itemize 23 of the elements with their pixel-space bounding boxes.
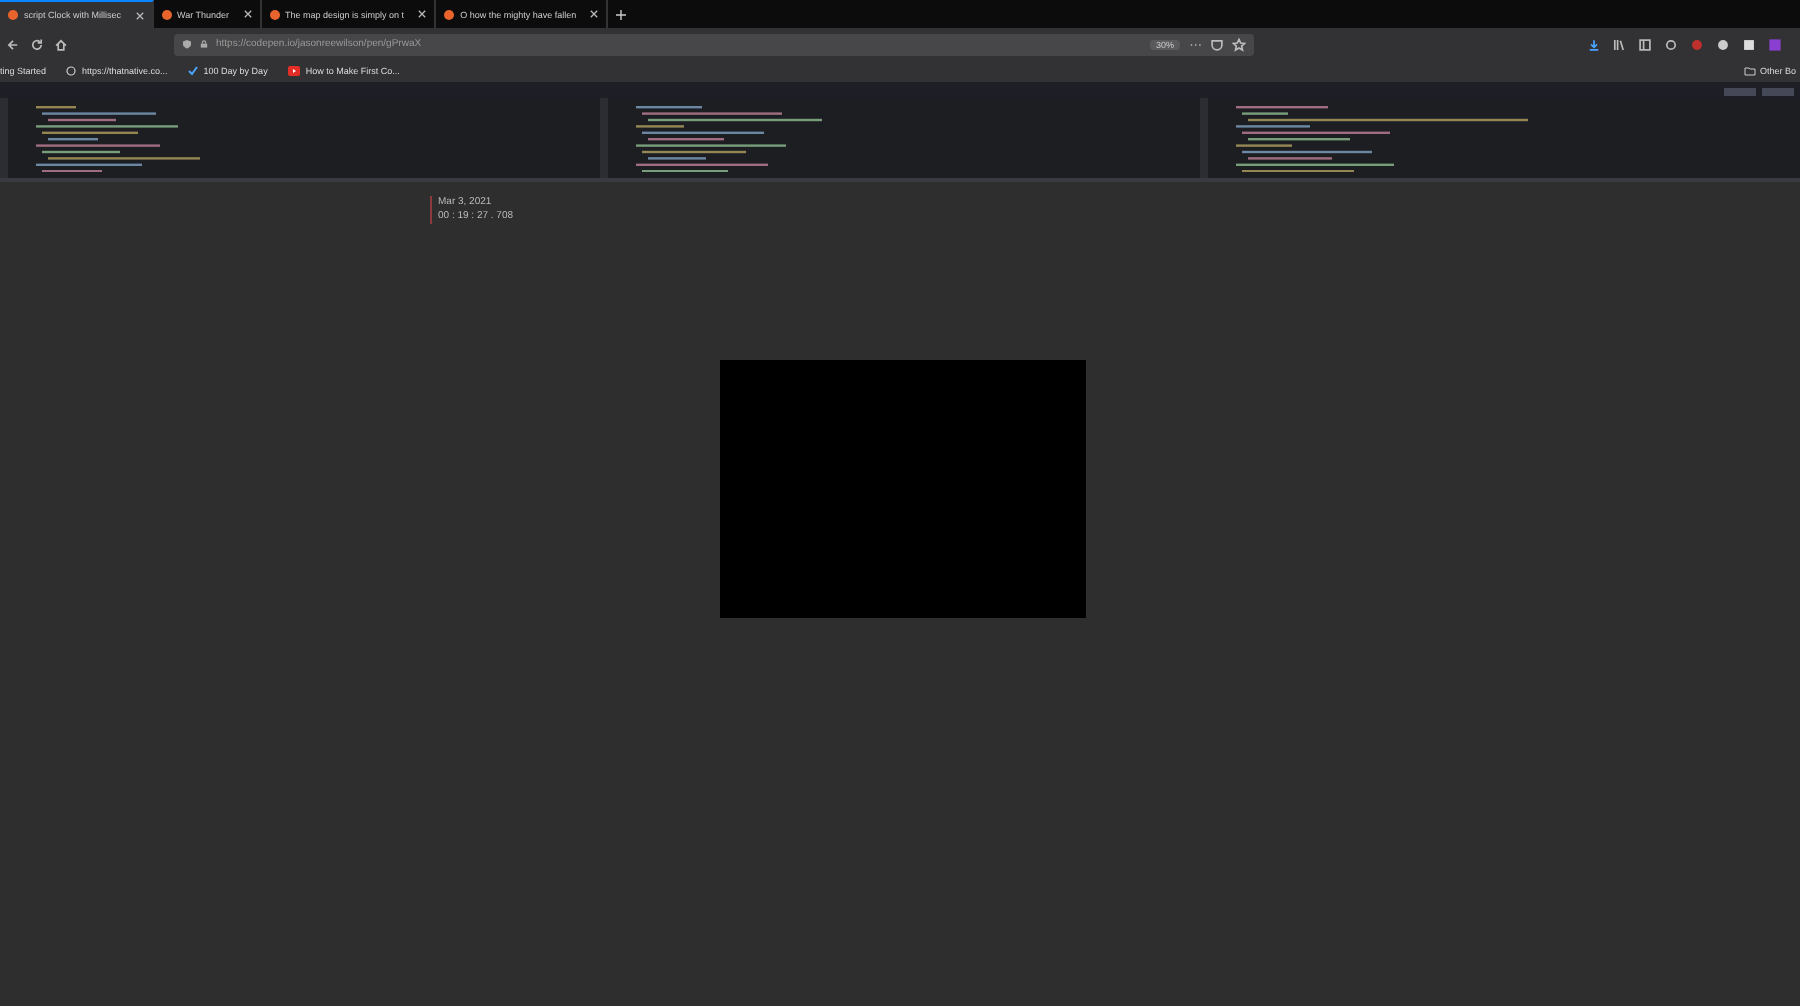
new-tab-icon[interactable] xyxy=(616,9,627,19)
check-icon xyxy=(187,66,198,76)
site-icon xyxy=(8,10,18,20)
close-icon[interactable] xyxy=(590,10,599,18)
site-icon xyxy=(161,9,172,19)
close-icon[interactable] xyxy=(418,10,427,18)
star-icon[interactable] xyxy=(1232,37,1246,51)
library-icon[interactable] xyxy=(1612,37,1626,51)
play-icon xyxy=(287,66,300,76)
globe-icon xyxy=(66,66,77,76)
shield-icon xyxy=(182,38,192,50)
close-icon[interactable] xyxy=(135,11,144,19)
site-icon xyxy=(444,9,455,19)
reload-icon[interactable] xyxy=(30,37,44,51)
site-icon xyxy=(269,9,280,19)
sidebar-icon[interactable] xyxy=(1638,37,1652,51)
folder-icon xyxy=(1743,66,1756,76)
close-icon[interactable] xyxy=(243,10,252,18)
home-icon[interactable] xyxy=(54,37,68,51)
download-icon[interactable] xyxy=(1588,37,1600,51)
pocket-icon[interactable] xyxy=(1210,37,1224,51)
lock-icon xyxy=(200,38,208,50)
back-icon[interactable] xyxy=(6,37,20,51)
